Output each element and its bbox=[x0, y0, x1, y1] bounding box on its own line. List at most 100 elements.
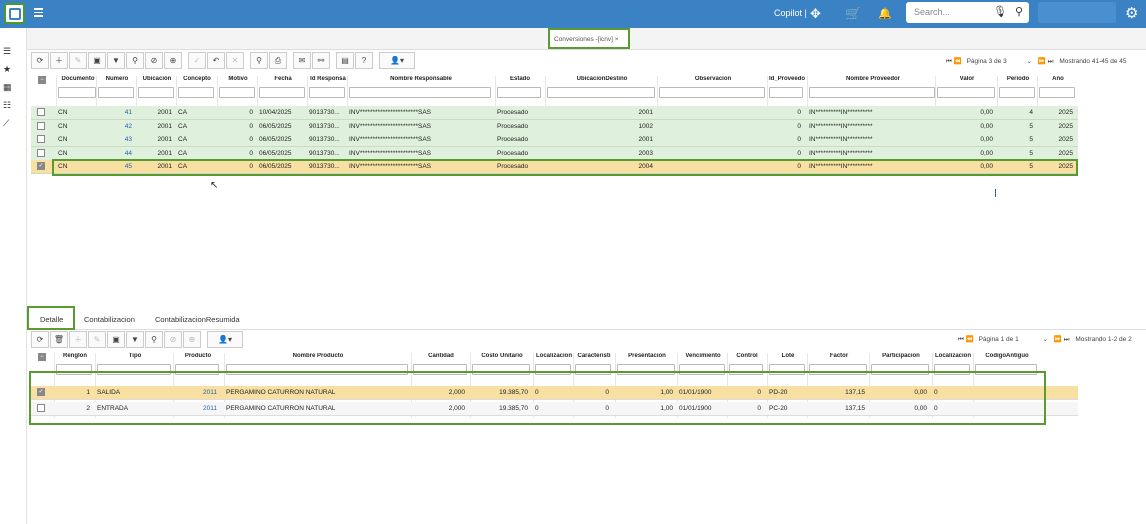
column-header[interactable]: Estado bbox=[497, 76, 543, 85]
column-filter-input[interactable] bbox=[138, 87, 174, 98]
column-header[interactable]: Costo Unitario bbox=[472, 353, 532, 362]
column-header[interactable]: Control bbox=[729, 353, 765, 362]
cancel-icon[interactable]: ⊘ bbox=[164, 331, 182, 348]
chart-icon[interactable]: ⟋ bbox=[3, 118, 9, 129]
app-logo[interactable] bbox=[4, 3, 25, 24]
column-header[interactable]: Nombre Producto bbox=[226, 353, 410, 362]
copilot-icon[interactable]: ✥ bbox=[810, 6, 821, 22]
search-input[interactable]: Search... 🎙 ⚲ bbox=[906, 2, 1029, 23]
column-filter-input[interactable] bbox=[999, 87, 1035, 98]
column-header[interactable]: Presentacion bbox=[617, 353, 677, 362]
row-checkbox[interactable]: ✓ bbox=[37, 162, 45, 170]
column-header[interactable]: Nombre Proveedor bbox=[809, 76, 937, 85]
column-filter-input[interactable] bbox=[58, 87, 96, 98]
list-icon[interactable]: ☷ bbox=[3, 100, 11, 111]
tab-contabilizacion[interactable]: Contabilizacion bbox=[84, 315, 135, 324]
table-row[interactable]: CN 42 2001 CA 0 06/05/2025 9013730... INV******… bbox=[31, 119, 1078, 134]
column-header[interactable]: Producto bbox=[175, 353, 221, 362]
column-header[interactable]: Observacion bbox=[659, 76, 767, 85]
check-icon[interactable]: ✓ bbox=[188, 52, 206, 69]
user-menu[interactable] bbox=[1038, 2, 1116, 23]
gear-icon[interactable]: ⚙ bbox=[1125, 4, 1138, 22]
microphone-icon[interactable]: 🎙 bbox=[993, 5, 1007, 18]
tab-contabilizacion-resumida[interactable]: ContabilizacionResumida bbox=[155, 315, 240, 324]
column-header[interactable]: Documento bbox=[58, 76, 98, 85]
page-dropdown-icon[interactable]: ⌄ bbox=[1043, 336, 1048, 343]
column-header[interactable]: Tipo bbox=[97, 353, 173, 362]
column-filter-input[interactable] bbox=[547, 87, 655, 98]
column-filter-input[interactable] bbox=[309, 87, 345, 98]
save-icon[interactable]: ▣ bbox=[107, 331, 125, 348]
column-header[interactable]: Fecha bbox=[259, 76, 307, 85]
menu-icon[interactable]: ☰ bbox=[3, 46, 11, 57]
row-checkbox[interactable] bbox=[37, 121, 45, 130]
row-checkbox[interactable] bbox=[37, 108, 45, 116]
calendar-icon[interactable]: ▦ bbox=[3, 82, 12, 93]
close-tab-icon[interactable]: × bbox=[615, 36, 619, 43]
refresh-icon[interactable]: ⟳ bbox=[31, 331, 49, 348]
comment-icon[interactable]: ✉ bbox=[293, 52, 311, 69]
filter-icon[interactable]: ▼ bbox=[107, 52, 125, 69]
column-filter-input[interactable] bbox=[497, 87, 541, 98]
column-header[interactable]: Participacion bbox=[871, 353, 931, 362]
star-icon[interactable]: ★ bbox=[3, 64, 11, 75]
delete-icon[interactable]: 🗑 bbox=[50, 331, 68, 348]
help-icon[interactable]: ? bbox=[355, 52, 373, 69]
column-filter-input[interactable] bbox=[219, 87, 255, 98]
attach-icon[interactable]: ⚯ bbox=[312, 52, 330, 69]
column-header[interactable]: Vencimiento bbox=[679, 353, 727, 362]
cancel-icon[interactable]: ⊘ bbox=[145, 52, 163, 69]
save-icon[interactable]: ▣ bbox=[88, 52, 106, 69]
find-icon[interactable]: ⚲ bbox=[145, 331, 163, 348]
table-row[interactable]: CN 43 2001 CA 0 06/05/2025 9013730... INV******… bbox=[31, 133, 1078, 147]
bell-icon[interactable]: 🔔 bbox=[878, 6, 892, 22]
cart-icon[interactable]: 🛒 bbox=[845, 6, 861, 22]
column-header[interactable]: Ubicación bbox=[138, 76, 176, 85]
select-all-checkbox[interactable]: − bbox=[38, 76, 46, 84]
column-header[interactable]: Caracteristi bbox=[575, 353, 613, 362]
column-header[interactable]: Periodo bbox=[999, 76, 1037, 85]
find-icon[interactable]: ⚲ bbox=[126, 52, 144, 69]
column-header[interactable]: CodigoAntiguo bbox=[975, 353, 1039, 362]
column-header[interactable]: Id_Proveedo bbox=[769, 76, 805, 85]
column-header[interactable]: Renglon bbox=[56, 353, 94, 362]
column-filter-input[interactable] bbox=[769, 87, 803, 98]
column-header[interactable]: Valor bbox=[937, 76, 997, 85]
report-icon[interactable]: ▤ bbox=[336, 52, 354, 69]
column-header[interactable]: Factor bbox=[809, 353, 869, 362]
hamburger-menu-icon[interactable] bbox=[34, 8, 43, 17]
first-page-icon[interactable]: ⏮ ⏪ bbox=[946, 58, 962, 65]
column-filter-input[interactable] bbox=[809, 87, 935, 98]
column-header[interactable]: Id Responsa bbox=[309, 76, 347, 85]
row-checkbox[interactable] bbox=[37, 135, 45, 143]
column-header[interactable]: UbicacionDestino bbox=[547, 76, 657, 85]
edit-icon[interactable]: ✎ bbox=[69, 52, 87, 69]
column-header[interactable]: Numero bbox=[98, 76, 136, 85]
column-header[interactable]: Localizacion bbox=[535, 353, 573, 362]
select-all-checkbox[interactable]: − bbox=[38, 353, 46, 361]
column-filter-input[interactable] bbox=[937, 87, 995, 98]
column-header[interactable]: Motivo bbox=[219, 76, 257, 85]
add-icon[interactable]: ＋ bbox=[69, 331, 87, 348]
close-icon[interactable]: ✕ bbox=[226, 52, 244, 69]
undo-icon[interactable]: ↶ bbox=[207, 52, 225, 69]
column-header[interactable]: Lote bbox=[769, 353, 807, 362]
filter-icon[interactable]: ▼ bbox=[126, 331, 144, 348]
tab-conversiones[interactable]: Conversiones -[icnv] × bbox=[548, 28, 630, 49]
add-icon[interactable]: ＋ bbox=[50, 52, 68, 69]
column-header[interactable]: Cantidad bbox=[413, 353, 469, 362]
column-header[interactable]: Localizacion bbox=[934, 353, 972, 362]
print-icon[interactable]: ⎙ bbox=[269, 52, 287, 69]
column-filter-input[interactable] bbox=[259, 87, 305, 98]
column-header[interactable]: Año bbox=[1039, 76, 1077, 85]
first-page-icon[interactable]: ⏮ ⏪ bbox=[958, 336, 974, 343]
add-circle-icon[interactable]: ⊕ bbox=[164, 52, 182, 69]
search-icon[interactable]: ⚲ bbox=[1015, 5, 1023, 18]
page-dropdown-icon[interactable]: ⌄ bbox=[1027, 58, 1032, 65]
copilot-label[interactable]: Copilot | bbox=[774, 8, 807, 18]
column-header[interactable]: Nombre Responsable bbox=[349, 76, 493, 85]
table-row[interactable]: CN 41 2001 CA 0 10/04/2025 9013730... INV******… bbox=[31, 106, 1078, 120]
column-filter-input[interactable] bbox=[178, 87, 214, 98]
row-checkbox[interactable] bbox=[37, 148, 45, 157]
user-actions-icon[interactable]: 👤▾ bbox=[207, 331, 243, 348]
